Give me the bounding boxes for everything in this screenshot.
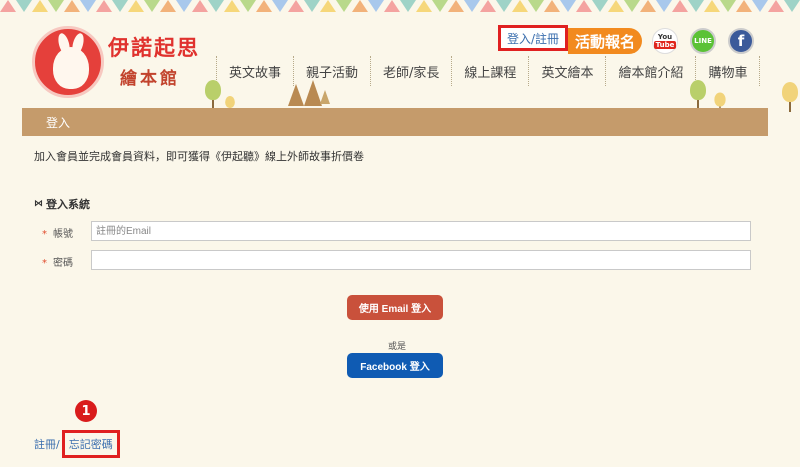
banner-triangle (624, 0, 640, 12)
nav-item-about[interactable]: 繪本館介紹 (605, 56, 695, 86)
banner-triangle (80, 0, 96, 12)
step-number-badge: 1 (75, 400, 97, 422)
facebook-icon[interactable]: f (728, 28, 754, 54)
banner-triangle (448, 0, 464, 12)
banner-triangle (592, 0, 608, 12)
banner-triangle (64, 0, 80, 12)
nav-item-english-picture-books[interactable]: 英文繪本 (528, 56, 605, 86)
password-input[interactable] (91, 250, 751, 270)
banner-triangle (544, 0, 560, 12)
facebook-login-button[interactable]: Facebook 登入 (347, 353, 443, 378)
youtube-icon-text-bottom: Tube (653, 41, 677, 49)
youtube-icon-text-top: You (657, 33, 673, 41)
banner-triangle (288, 0, 304, 12)
banner-triangle (144, 0, 160, 12)
banner-triangle (736, 0, 752, 12)
banner-triangle (432, 0, 448, 12)
banner-triangle (384, 0, 400, 12)
banner-triangle (176, 0, 192, 12)
account-email-input[interactable] (91, 221, 751, 241)
banner-triangle (16, 0, 32, 12)
banner-triangle (32, 0, 48, 12)
password-label: * 密碼 (42, 254, 73, 269)
login-section-title-text: 登入系統 (46, 198, 90, 211)
banner-triangle (768, 0, 784, 12)
bow-icon: ⋈ (34, 199, 43, 209)
forgot-password-link[interactable]: 忘記密碼 (61, 430, 120, 458)
banner-triangle (320, 0, 336, 12)
login-register-link[interactable]: 登入/註冊 (498, 25, 568, 51)
tree-decoration (782, 82, 798, 112)
tree-decoration (690, 80, 706, 110)
line-icon[interactable]: LINE (690, 28, 716, 54)
banner-triangle (0, 0, 16, 12)
banner-triangle (96, 0, 112, 12)
banner-triangle (304, 0, 320, 12)
register-link[interactable]: 註冊 (34, 436, 56, 452)
banner-triangle (704, 0, 720, 12)
banner-triangle (368, 0, 384, 12)
youtube-icon[interactable]: You Tube (652, 28, 678, 54)
banner-triangle (160, 0, 176, 12)
required-asterisk-icon: * (42, 229, 47, 240)
event-signup-button[interactable]: 活動報名 (568, 28, 642, 54)
login-section-title: ⋈ 登入系統 (34, 196, 90, 212)
link-separator: / (56, 437, 60, 451)
email-login-button[interactable]: 使用 Email 登入 (347, 295, 443, 320)
promo-text: 加入會員並完成會員資料，即可獲得《伊起聽》線上外師故事折價卷 (34, 150, 364, 163)
breadcrumb: 登入 (22, 108, 768, 136)
banner-triangle (192, 0, 208, 12)
banner-triangle (208, 0, 224, 12)
logo-title: 伊諾起思 (108, 35, 200, 60)
banner-triangle (272, 0, 288, 12)
banner-triangle (672, 0, 688, 12)
banner-triangle (112, 0, 128, 12)
account-label-text: 帳號 (53, 229, 73, 240)
or-separator-text: 或是 (388, 342, 407, 352)
banner-triangle (464, 0, 480, 12)
banner-triangle (400, 0, 416, 12)
password-label-text: 密碼 (53, 258, 73, 269)
banner-triangle (576, 0, 592, 12)
banner-triangle (496, 0, 512, 12)
banner-triangle (128, 0, 144, 12)
banner-triangle (528, 0, 544, 12)
banner-triangle (336, 0, 352, 12)
site-logo[interactable]: 伊諾起思 繪本館 (30, 24, 210, 116)
banner-triangle (608, 0, 624, 12)
banner-triangle (256, 0, 272, 12)
banner-triangle (720, 0, 736, 12)
breadcrumb-current: 登入 (46, 115, 71, 130)
banner-triangle (48, 0, 64, 12)
banner-triangle (656, 0, 672, 12)
nav-item-teachers-parents[interactable]: 老師/家長 (370, 56, 451, 86)
logo-subtitle: 繪本館 (120, 69, 180, 89)
pine-tree-decoration (320, 90, 330, 104)
nav-item-english-stories[interactable]: 英文故事 (216, 56, 293, 86)
banner-triangle (784, 0, 800, 12)
banner-triangle (640, 0, 656, 12)
account-label: * 帳號 (42, 225, 73, 240)
nav-item-online-courses[interactable]: 線上課程 (451, 56, 528, 86)
banner-triangle (480, 0, 496, 12)
banner-triangle (512, 0, 528, 12)
banner-triangle (352, 0, 368, 12)
banner-triangle (752, 0, 768, 12)
footer-links: 註冊 / 忘記密碼 (34, 430, 120, 458)
pine-tree-decoration (288, 84, 304, 106)
tree-decoration (205, 80, 221, 110)
banner-triangle (688, 0, 704, 12)
banner-triangle (240, 0, 256, 12)
required-asterisk-icon: * (42, 258, 47, 269)
banner-triangle (560, 0, 576, 12)
logo-rabbit-emblem (32, 26, 104, 98)
banner-triangle (416, 0, 432, 12)
decorative-triangle-banner (0, 0, 800, 12)
main-nav: 英文故事 親子活動 老師/家長 線上課程 英文繪本 繪本館介紹 購物車 (216, 56, 761, 86)
banner-triangle (224, 0, 240, 12)
